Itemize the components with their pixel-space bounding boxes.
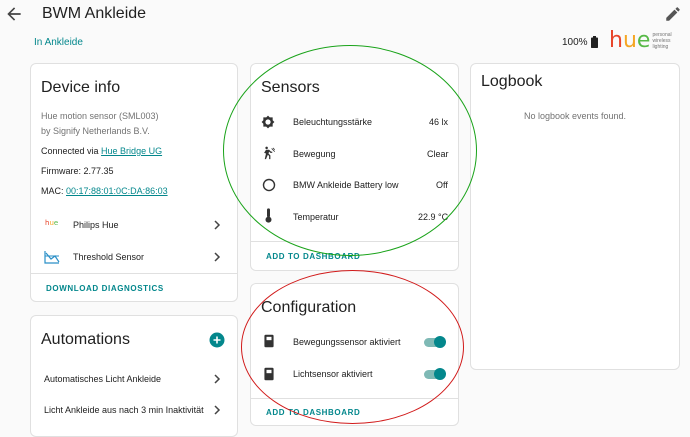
configuration-title: Configuration [261, 299, 357, 316]
sensor-label: Temperatur [293, 212, 339, 222]
logbook-title: Logbook [481, 73, 543, 90]
add-automation-icon[interactable] [209, 332, 225, 348]
area-link[interactable]: In Ankleide [34, 37, 83, 48]
back-arrow-icon[interactable] [4, 4, 24, 24]
sensor-value: Clear [427, 149, 449, 159]
chevron-right-icon [214, 252, 221, 262]
motion-icon [264, 146, 276, 160]
chevron-right-icon [214, 220, 221, 230]
battery-status: 100% [562, 36, 598, 48]
device-info-card: Device info Hue motion sensor (SML003) b… [30, 63, 238, 302]
hue-logo: hue personal wireless lighting [609, 30, 676, 52]
edit-pencil-icon[interactable] [664, 5, 682, 23]
mac-link[interactable]: 00:17:88:01:0C:DA:86:03 [66, 186, 168, 196]
device-model: Hue motion sensor (SML003) [41, 111, 159, 121]
automation-label: Licht Ankleide aus nach 3 min Inaktivitä… [44, 405, 204, 415]
chevron-right-icon [214, 374, 221, 384]
mac-prefix: MAC: [41, 186, 67, 196]
configuration-card: Configuration Bewegungssensor aktiviert … [250, 283, 459, 426]
sensors-add-to-dashboard-button[interactable]: ADD TO DASHBOARD [266, 252, 360, 261]
motion-sensor-device-icon [264, 334, 274, 348]
sensor-label: BMW Ankleide Battery low [293, 180, 399, 190]
logbook-card: Logbook No logbook events found. [470, 63, 680, 370]
device-info-title: Device info [41, 79, 121, 96]
page-title: BWM Ankleide [42, 5, 147, 22]
config-label: Bewegungssensor aktiviert [293, 337, 401, 347]
config-label: Lichtsensor aktiviert [293, 369, 373, 379]
sensor-label: Bewegung [293, 149, 336, 159]
configuration-add-to-dashboard-button[interactable]: ADD TO DASHBOARD [266, 408, 360, 417]
top-app-bar: BWM Ankleide [0, 0, 690, 32]
connected-via: Connected via Hue Bridge UG [41, 146, 162, 156]
sensor-value: 22.9 °C [418, 212, 449, 222]
automations-card: Automations Automatisches Licht Ankleide… [30, 315, 238, 437]
light-sensor-device-icon [264, 367, 274, 381]
card-divider [251, 241, 458, 242]
battery-full-icon [590, 36, 598, 48]
motion-sensor-toggle[interactable] [422, 336, 446, 348]
sensors-title: Sensors [261, 79, 320, 96]
light-sensor-toggle[interactable] [422, 368, 446, 380]
hue-logo-icon: hue [45, 219, 59, 227]
hub-link[interactable]: Hue Bridge UG [101, 146, 162, 156]
battery-low-circle-icon [262, 178, 276, 192]
sensor-label: Beleuchtungsstärke [293, 117, 373, 127]
brightness-icon [261, 115, 275, 129]
threshold-icon [44, 251, 60, 264]
sensor-value: Off [436, 180, 448, 190]
integration-label: Philips Hue [73, 220, 119, 230]
card-divider [31, 273, 237, 274]
chevron-right-icon [214, 405, 221, 415]
integration-label: Threshold Sensor [73, 252, 145, 262]
thermometer-icon [265, 208, 272, 223]
sensors-card: Sensors Beleuchtungsstärke 46 lx Bewegun… [250, 63, 459, 271]
mac-address: MAC: 00:17:88:01:0C:DA:86:03 [41, 186, 168, 196]
hue-tagline: personal wireless lighting [652, 32, 672, 50]
automations-title: Automations [41, 331, 130, 348]
connected-via-prefix: Connected via [41, 146, 102, 156]
battery-percent: 100% [562, 36, 588, 48]
sensor-value: 46 lx [429, 117, 449, 127]
automation-label: Automatisches Licht Ankleide [44, 374, 162, 384]
download-diagnostics-button[interactable]: DOWNLOAD DIAGNOSTICS [46, 284, 164, 293]
logbook-empty-message: No logbook events found. [523, 111, 627, 121]
firmware-version: Firmware: 2.77.35 [41, 166, 114, 176]
device-manufacturer: by Signify Netherlands B.V. [41, 126, 150, 136]
card-divider [251, 398, 458, 399]
